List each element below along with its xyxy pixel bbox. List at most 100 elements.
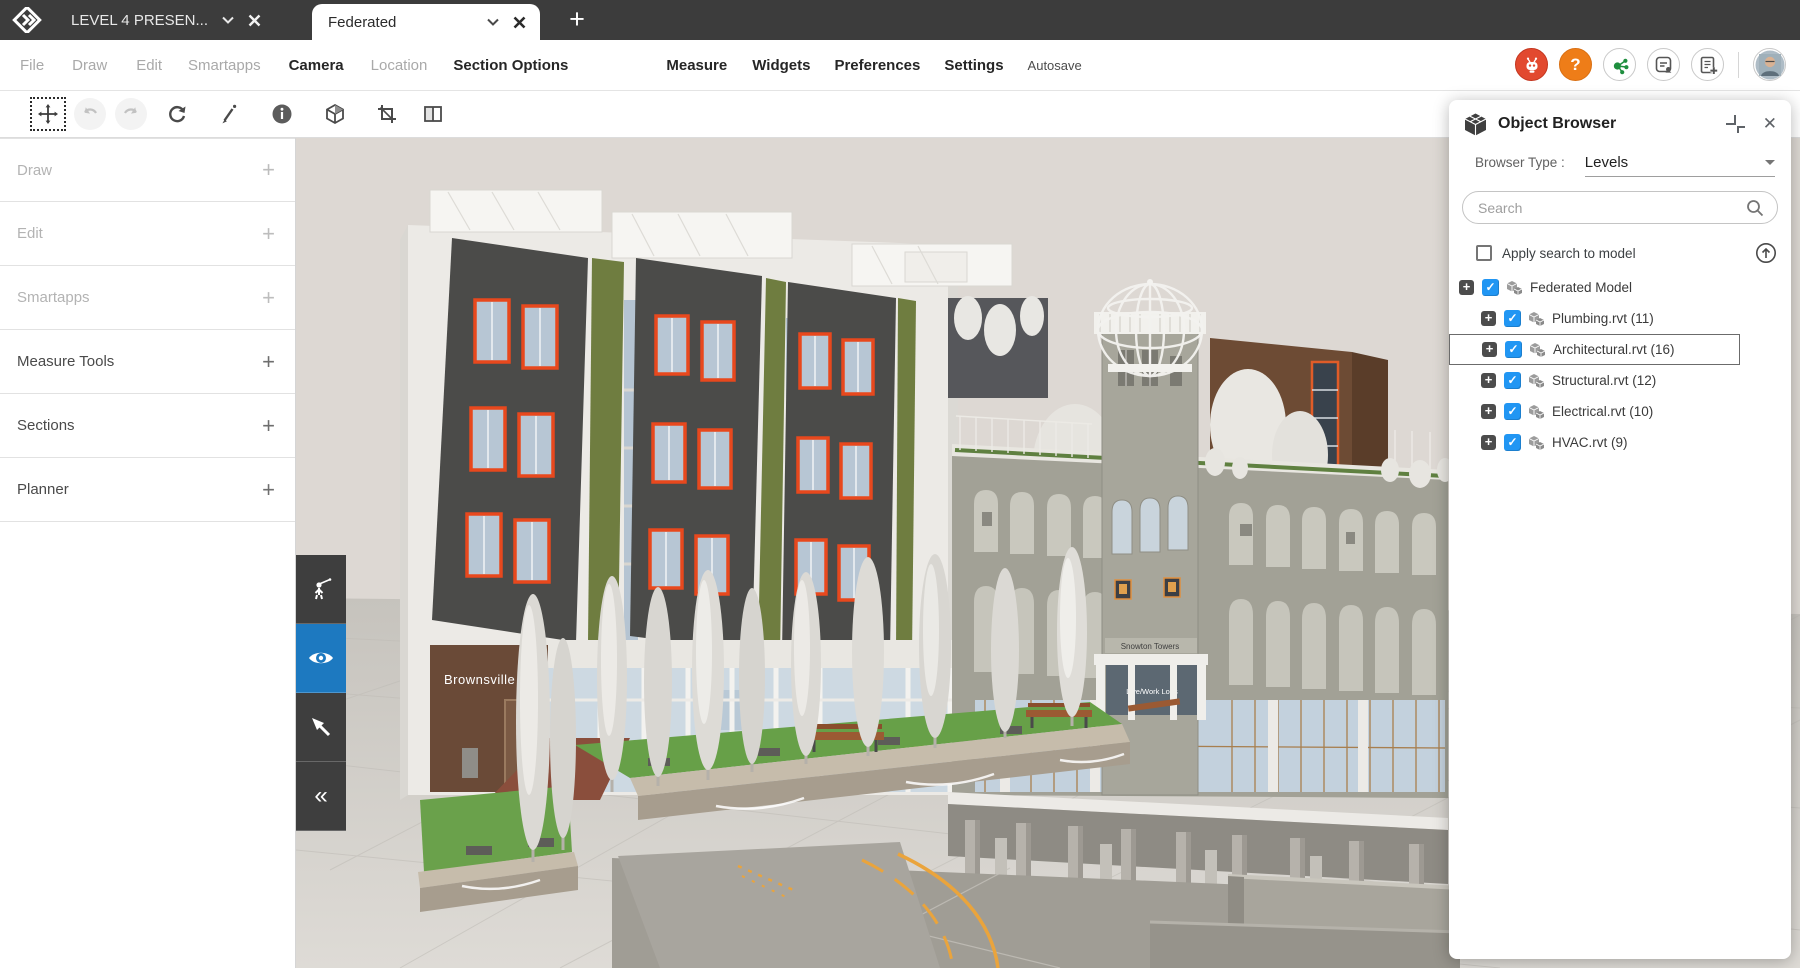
view-mode-button-active[interactable]	[296, 624, 346, 693]
tree-item-hvac[interactable]: + ✓ HVAC.rvt (9)	[1449, 427, 1791, 458]
browser-type-row: Browser Type : Levels	[1449, 148, 1791, 177]
new-tab-button[interactable]: +	[560, 2, 594, 36]
checkbox-checked[interactable]: ✓	[1504, 434, 1521, 451]
model-icon	[1528, 373, 1545, 389]
add-report-button[interactable]	[1691, 48, 1724, 81]
split-view-tool[interactable]	[415, 97, 451, 131]
expand-plus-icon: +	[262, 477, 275, 503]
tab-label: LEVEL 4 PRESEN...	[71, 12, 208, 29]
left-panel-sidebar: Draw + Edit + Smartapps + Measure Tools …	[0, 138, 296, 968]
header-actions: ?	[1515, 48, 1786, 81]
accordion-smartapps[interactable]: Smartapps +	[0, 266, 295, 330]
model-icon	[1528, 404, 1545, 420]
select-mode-button[interactable]	[296, 693, 346, 762]
search-input[interactable]	[1478, 200, 1745, 216]
undo-button[interactable]	[74, 98, 106, 130]
window-tab-bar: LEVEL 4 PRESEN... Federated +	[0, 0, 1800, 40]
isolate-selection-icon[interactable]	[1755, 242, 1777, 264]
accordion-planner[interactable]: Planner +	[0, 458, 295, 522]
autosave-status: Autosave	[1028, 58, 1082, 73]
menu-edit[interactable]: Edit	[136, 57, 162, 74]
checkbox-checked[interactable]: ✓	[1504, 372, 1521, 389]
tower-sign-text: Snowton Towers	[1121, 642, 1180, 651]
viewport-mode-toolbar: «	[296, 555, 346, 831]
user-avatar[interactable]	[1753, 48, 1786, 81]
share-collaboration-button[interactable]	[1603, 48, 1636, 81]
object-browser-panel: Object Browser ✕ Browser Type : Levels A…	[1449, 100, 1791, 959]
double-chevron-left-icon: «	[314, 782, 327, 810]
object-browser-cube-icon	[1463, 112, 1488, 137]
tab-federated-active[interactable]: Federated	[312, 4, 540, 40]
tab-label: Federated	[328, 14, 473, 31]
issue-report-button[interactable]	[1647, 48, 1680, 81]
expand-icon[interactable]: +	[1482, 342, 1497, 357]
marker-pen-tool[interactable]	[210, 97, 246, 131]
expand-icon[interactable]: +	[1459, 280, 1474, 295]
close-tab-icon[interactable]	[513, 16, 526, 29]
panel-title: Object Browser	[1498, 115, 1723, 133]
chevron-down-icon	[1765, 160, 1775, 165]
chevron-down-icon[interactable]	[222, 16, 234, 24]
reset-view-button[interactable]	[159, 97, 195, 131]
collapse-toolbar-button[interactable]: «	[296, 762, 346, 831]
close-panel-icon[interactable]: ✕	[1763, 114, 1777, 134]
close-tab-icon[interactable]	[248, 14, 261, 27]
expand-icon[interactable]: +	[1481, 373, 1496, 388]
accordion-draw[interactable]: Draw +	[0, 138, 295, 202]
help-button[interactable]: ?	[1559, 48, 1592, 81]
browser-type-label: Browser Type :	[1475, 155, 1565, 170]
object-browser-header: Object Browser ✕	[1449, 100, 1791, 148]
info-tool[interactable]	[264, 97, 300, 131]
menu-location[interactable]: Location	[371, 57, 428, 74]
redo-button[interactable]	[115, 98, 147, 130]
checkbox-checked[interactable]: ✓	[1482, 279, 1499, 296]
menu-file[interactable]: File	[20, 57, 44, 74]
browser-type-select[interactable]: Levels	[1585, 154, 1775, 177]
accordion-sections[interactable]: Sections +	[0, 394, 295, 458]
tree-item-structural[interactable]: + ✓ Structural.rvt (12)	[1449, 365, 1791, 396]
menu-settings[interactable]: Settings	[944, 57, 1003, 74]
tree-item-electrical[interactable]: + ✓ Electrical.rvt (10)	[1449, 396, 1791, 427]
expand-icon[interactable]: +	[1481, 404, 1496, 419]
accordion-edit[interactable]: Edit +	[0, 202, 295, 266]
menu-draw[interactable]: Draw	[72, 57, 107, 74]
menu-smartapps[interactable]: Smartapps	[188, 57, 261, 74]
expand-plus-icon: +	[262, 413, 275, 439]
menu-widgets[interactable]: Widgets	[752, 57, 810, 74]
tab-level4-presentation[interactable]: LEVEL 4 PRESEN...	[55, 0, 295, 40]
apply-search-row: Apply search to model	[1476, 242, 1777, 264]
menu-bar: File Draw Edit Smartapps Camera Location…	[0, 40, 1800, 90]
search-box	[1462, 191, 1778, 224]
menu-measure[interactable]: Measure	[666, 57, 727, 74]
accordion-measure-tools[interactable]: Measure Tools +	[0, 330, 295, 394]
apply-search-checkbox-unchecked[interactable]	[1476, 245, 1492, 261]
model-icon	[1528, 311, 1545, 327]
tree-item-architectural-selected[interactable]: + ✓ Architectural.rvt (16)	[1449, 334, 1740, 365]
menu-camera[interactable]: Camera	[289, 57, 344, 74]
walkthrough-mode-button[interactable]	[296, 555, 346, 624]
search-icon[interactable]	[1745, 198, 1765, 218]
checkbox-checked[interactable]: ✓	[1504, 310, 1521, 327]
crop-section-tool[interactable]	[369, 97, 405, 131]
model-icon	[1506, 280, 1523, 296]
expand-icon[interactable]: +	[1481, 311, 1496, 326]
assistant-robot-button[interactable]	[1515, 48, 1548, 81]
checkbox-checked[interactable]: ✓	[1505, 341, 1522, 358]
checkbox-checked[interactable]: ✓	[1504, 403, 1521, 420]
apply-search-label: Apply search to model	[1502, 246, 1755, 261]
expand-icon[interactable]: +	[1481, 435, 1496, 450]
dock-panel-icon[interactable]	[1723, 112, 1747, 136]
expand-plus-icon: +	[262, 285, 275, 311]
chevron-down-icon[interactable]	[487, 18, 499, 26]
pan-move-tool-selected[interactable]	[30, 97, 66, 131]
tree-item-plumbing[interactable]: + ✓ Plumbing.rvt (11)	[1449, 303, 1791, 334]
cube-isolate-tool[interactable]	[317, 97, 353, 131]
model-icon	[1529, 342, 1546, 358]
expand-plus-icon: +	[262, 157, 275, 183]
tree-item-federated-model[interactable]: + ✓ Federated Model	[1449, 272, 1791, 303]
model-icon	[1528, 435, 1545, 451]
menu-preferences[interactable]: Preferences	[834, 57, 920, 74]
divider	[1738, 52, 1739, 78]
model-tree: + ✓ Federated Model + ✓ Plumbing.rvt (11…	[1449, 272, 1791, 458]
menu-section-options[interactable]: Section Options	[453, 57, 568, 74]
